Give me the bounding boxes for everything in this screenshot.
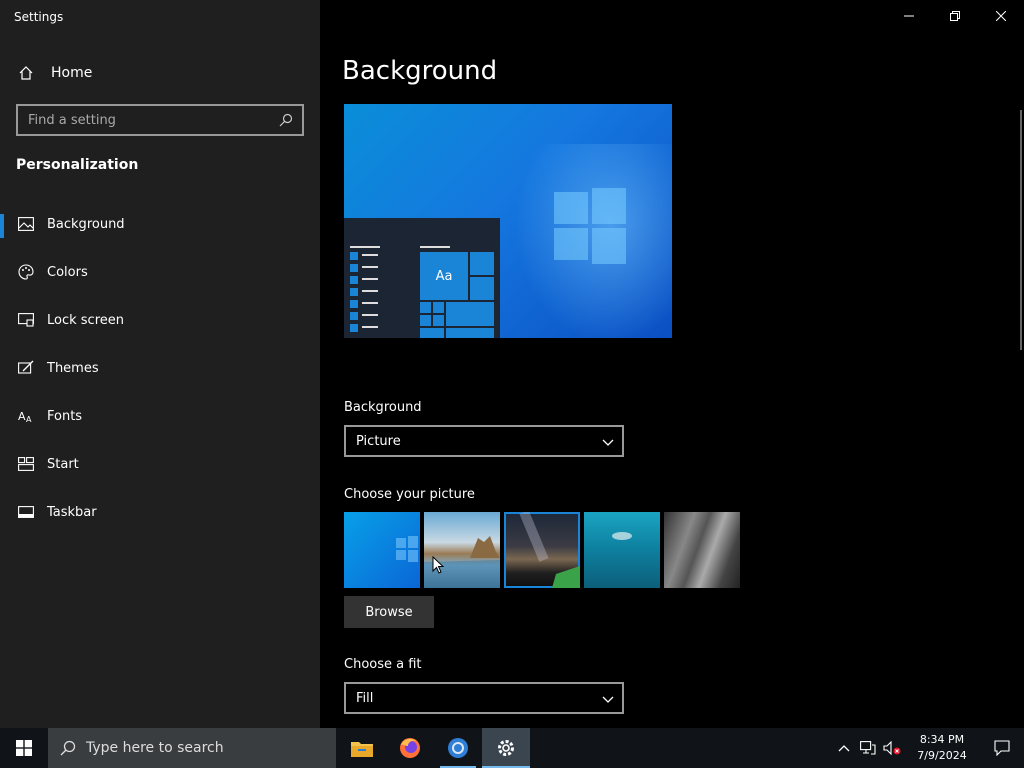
start-icon (17, 455, 35, 473)
settings-icon (498, 740, 514, 756)
sidebar: Settings Home Personalization Background… (0, 0, 320, 728)
main-content: Background Aa Background Picture Choose … (320, 0, 1024, 728)
taskbar-firefox[interactable] (386, 728, 434, 768)
choose-picture-label: Choose your picture (344, 487, 475, 502)
chevron-down-icon (602, 432, 614, 451)
lock-screen-icon (17, 311, 35, 329)
settings-search-box[interactable] (16, 104, 304, 136)
sidebar-item-background[interactable]: Background (0, 208, 320, 256)
nav-list: Background Colors Lock screen Themes AA … (0, 208, 320, 544)
background-dropdown[interactable]: Picture (344, 425, 624, 457)
fonts-icon: AA (17, 407, 35, 425)
background-label: Background (344, 400, 422, 415)
firefox-icon (400, 738, 420, 758)
themes-icon (17, 359, 35, 377)
close-button[interactable] (978, 0, 1024, 32)
show-hidden-icons-button[interactable] (832, 728, 856, 768)
section-title: Personalization (16, 157, 139, 173)
taskbar-file-explorer[interactable] (338, 728, 386, 768)
start-menu-preview: Aa (344, 218, 500, 338)
taskbar-clock[interactable]: 8:34 PM 7/9/2024 (904, 728, 980, 768)
settings-search-input[interactable] (28, 112, 278, 128)
restore-icon (950, 11, 960, 21)
chevron-down-icon (602, 689, 614, 708)
sidebar-item-label: Themes (47, 360, 99, 376)
sidebar-item-label: Lock screen (47, 312, 124, 328)
clock-time: 8:34 PM (919, 733, 965, 746)
file-explorer-icon (351, 742, 373, 757)
app-title: Settings (14, 10, 64, 24)
sidebar-item-fonts[interactable]: AA Fonts (0, 400, 320, 448)
taskbar-search-placeholder: Type here to search (86, 740, 224, 756)
preview-tile-text: Aa (435, 268, 453, 284)
fit-dropdown-value: Fill (356, 690, 374, 706)
sidebar-item-label: Taskbar (47, 504, 97, 520)
palette-icon (17, 263, 35, 281)
taskbar-icon (17, 503, 35, 521)
minimize-button[interactable] (886, 0, 932, 32)
picture-thumbnail-2[interactable] (424, 512, 500, 588)
minimize-icon (904, 15, 914, 17)
taskbar-search-box[interactable]: Type here to search (48, 728, 336, 768)
sidebar-item-taskbar[interactable]: Taskbar (0, 496, 320, 544)
chromium-icon (448, 738, 468, 758)
volume-button[interactable] (880, 728, 904, 768)
scrollbar[interactable] (1020, 110, 1022, 350)
home-icon (17, 64, 35, 82)
sidebar-item-label: Background (47, 216, 125, 232)
notification-icon (994, 740, 1010, 756)
picture-icon (17, 215, 35, 233)
page-title: Background (342, 56, 498, 86)
sidebar-item-label: Colors (47, 264, 88, 280)
picture-thumbnail-4[interactable] (584, 512, 660, 588)
search-icon (60, 740, 76, 756)
action-center-button[interactable] (980, 728, 1024, 768)
picture-thumbnail-1[interactable] (344, 512, 420, 588)
mouse-cursor-icon (432, 556, 444, 574)
windows-start-icon (16, 740, 32, 756)
close-icon (996, 11, 1006, 21)
sidebar-item-lock-screen[interactable]: Lock screen (0, 304, 320, 352)
sidebar-item-themes[interactable]: Themes (0, 352, 320, 400)
sidebar-item-start[interactable]: Start (0, 448, 320, 496)
network-icon (860, 741, 876, 755)
nav-home-label: Home (51, 65, 93, 81)
restore-button[interactable] (932, 0, 978, 32)
background-dropdown-value: Picture (356, 433, 401, 449)
taskbar-settings[interactable] (482, 728, 530, 768)
volume-muted-icon (883, 741, 901, 755)
fit-dropdown[interactable]: Fill (344, 682, 624, 714)
window-controls (886, 0, 1024, 32)
svg-text:A: A (18, 410, 26, 423)
clock-date: 7/9/2024 (917, 749, 967, 762)
picture-thumbnail-5[interactable] (664, 512, 740, 588)
desktop-preview: Aa (344, 104, 672, 338)
browse-button[interactable]: Browse (344, 596, 434, 628)
windows-logo-icon (554, 188, 628, 264)
picture-thumbnail-3[interactable] (504, 512, 580, 588)
sidebar-item-label: Fonts (47, 408, 83, 424)
chevron-up-icon (838, 745, 850, 752)
nav-home[interactable]: Home (0, 58, 320, 88)
start-button[interactable] (0, 728, 48, 768)
choose-fit-label: Choose a fit (344, 657, 422, 672)
network-button[interactable] (856, 728, 880, 768)
search-icon[interactable] (278, 112, 294, 128)
taskbar-chromium[interactable] (434, 728, 482, 768)
picture-thumbnails (344, 512, 740, 588)
svg-text:A: A (26, 415, 32, 423)
sidebar-item-label: Start (47, 456, 79, 472)
system-tray: 8:34 PM 7/9/2024 (832, 728, 1024, 768)
sidebar-item-colors[interactable]: Colors (0, 256, 320, 304)
taskbar-apps (338, 728, 530, 768)
taskbar: Type here to search 8:34 PM 7/9/2024 (0, 728, 1024, 768)
